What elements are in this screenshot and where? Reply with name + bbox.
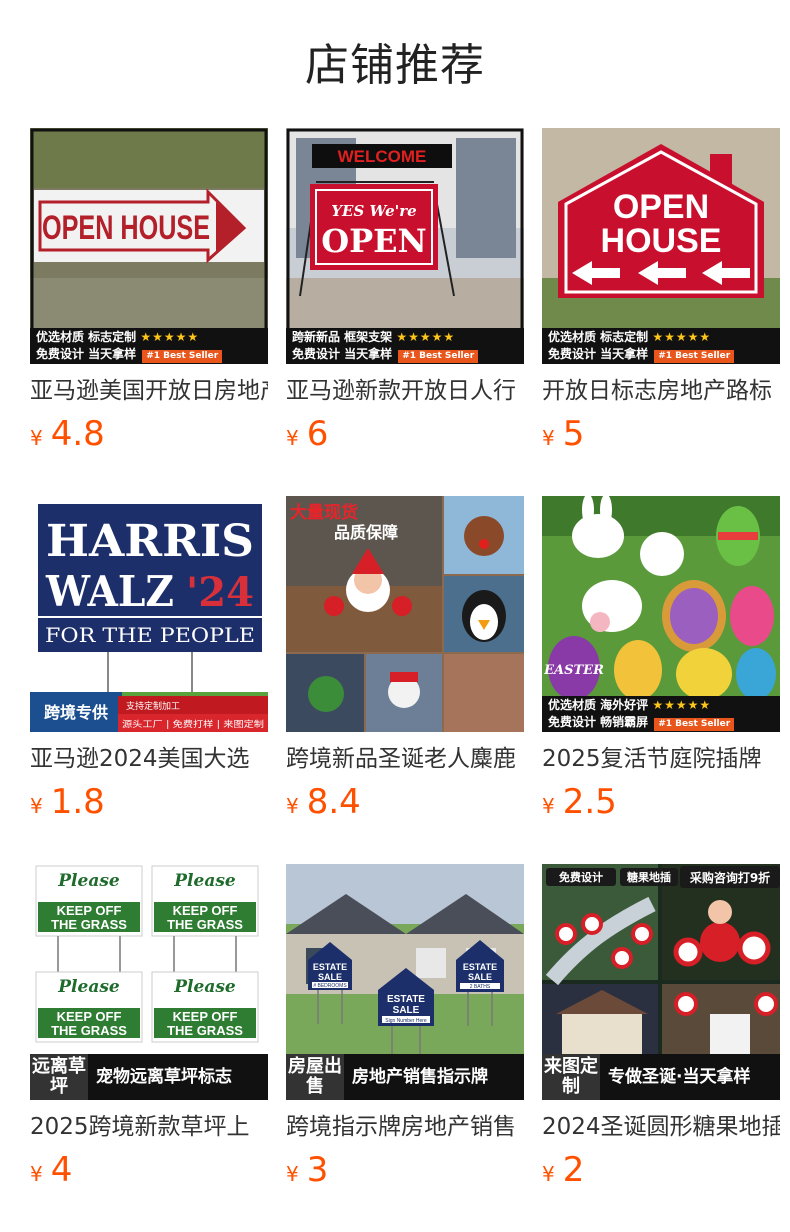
product-price: ¥6: [286, 414, 329, 454]
svg-text:WALZ: WALZ: [45, 567, 174, 616]
svg-text:Please: Please: [57, 871, 120, 891]
product-title[interactable]: 亚马逊美国开放日房地产: [30, 376, 268, 406]
product-title[interactable]: 2024圣诞圆形糖果地插: [542, 1112, 780, 1142]
svg-text:THE GRASS: THE GRASS: [167, 1023, 243, 1038]
christmas-fence-peeker-collage-photo: 大量现货 品质保障: [286, 496, 524, 732]
product-title[interactable]: 2025跨境新款草坪上: [30, 1112, 268, 1142]
product-grid: OPEN HOUSE 优选材质 标志定制 ★★★★★ 免费设计 当天拿样 #1 B…: [30, 128, 790, 1232]
svg-text:跨境专供: 跨境专供: [44, 703, 108, 722]
product-image[interactable]: ESTATE SALE # BEDROOMS ESTATE SALE Sign …: [286, 864, 524, 1100]
product-title[interactable]: 开放日标志房地产路标: [542, 376, 780, 406]
svg-text:FOR THE PEOPLE: FOR THE PEOPLE: [45, 623, 255, 647]
svg-text:YES We're: YES We're: [331, 202, 416, 220]
caption-strip: 跨新新品 框架支架 ★★★★★ 免费设计 当天拿样 #1 Best Seller: [286, 328, 524, 364]
svg-text:源头工厂 | 免费打样 | 来图定制: 源头工厂 | 免费打样 | 来图定制: [122, 719, 264, 730]
svg-text:KEEP OFF: KEEP OFF: [57, 903, 122, 918]
product-title[interactable]: 2025复活节庭院插牌: [542, 744, 780, 774]
svg-text:品质保障: 品质保障: [334, 523, 398, 542]
svg-text:THE GRASS: THE GRASS: [51, 917, 127, 932]
election-yard-sign-photo: HARRIS WALZ '24 FOR THE PEOPLE 跨境专供 支持定制…: [30, 496, 268, 732]
svg-text:Please: Please: [173, 871, 236, 891]
product-card[interactable]: Please KEEP OFF THE GRASS Please KEEP OF…: [30, 864, 268, 1232]
product-price: ¥2.5: [542, 782, 617, 822]
svg-text:HARRIS: HARRIS: [46, 516, 254, 567]
product-price: ¥4: [30, 1150, 73, 1190]
product-price: ¥4.8: [30, 414, 105, 454]
product-title[interactable]: 亚马逊2024美国大选: [30, 744, 268, 774]
product-card[interactable]: WELCOME YES We're OPEN 跨新新品 框架支架 ★★★★★ 免…: [286, 128, 524, 496]
svg-text:EASTER: EASTER: [543, 663, 604, 678]
product-card[interactable]: 大量现货 品质保障 跨境新品圣诞老人麋鹿 ¥8.4: [286, 496, 524, 864]
product-price: ¥3: [286, 1150, 329, 1190]
product-title[interactable]: 跨境新品圣诞老人麋鹿: [286, 744, 524, 774]
svg-text:OPEN: OPEN: [321, 222, 427, 260]
svg-text:Please: Please: [57, 977, 120, 997]
svg-text:OPEN HOUSE: OPEN HOUSE: [42, 209, 210, 247]
product-price: ¥1.8: [30, 782, 105, 822]
caption-strip: 来图定制 专做圣诞·当天拿样: [542, 1054, 780, 1100]
svg-text:KEEP OFF: KEEP OFF: [173, 903, 238, 918]
svg-text:# BEDROOMS: # BEDROOMS: [313, 983, 347, 989]
product-title[interactable]: 跨境指示牌房地产销售: [286, 1112, 524, 1142]
svg-text:糖果地插: 糖果地插: [627, 870, 671, 884]
product-image[interactable]: OPEN HOUSE 优选材质 标志定制 ★★★★★ 免费设计 当天拿样 #1 B…: [542, 128, 780, 364]
product-title[interactable]: 亚马逊新款开放日人行: [286, 376, 524, 406]
svg-text:ESTATE: ESTATE: [463, 962, 497, 972]
caption-strip: 远离草坪 宠物远离草坪标志: [30, 1054, 268, 1100]
svg-text:支持定制加工: 支持定制加工: [126, 700, 180, 712]
svg-text:OPEN: OPEN: [613, 188, 709, 226]
caption-strip: 优选材质 标志定制 ★★★★★ 免费设计 当天拿样 #1 Best Seller: [542, 328, 780, 364]
svg-text:WELCOME: WELCOME: [338, 147, 427, 166]
svg-text:SALE: SALE: [393, 1005, 420, 1016]
product-image[interactable]: OPEN HOUSE 优选材质 标志定制 ★★★★★ 免费设计 当天拿样 #1 B…: [30, 128, 268, 364]
svg-text:KEEP OFF: KEEP OFF: [173, 1009, 238, 1024]
svg-text:Sign Number Here: Sign Number Here: [385, 1018, 427, 1024]
svg-text:2 BATHS: 2 BATHS: [470, 984, 491, 990]
svg-text:SALE: SALE: [318, 972, 342, 982]
caption-strip: 优选材质 海外好评 ★★★★★ 免费设计 畅销霸屏 #1 Best Seller: [542, 696, 780, 732]
product-image[interactable]: 大量现货 品质保障: [286, 496, 524, 732]
product-card[interactable]: OPEN HOUSE 优选材质 标志定制 ★★★★★ 免费设计 当天拿样 #1 B…: [542, 128, 780, 496]
product-card[interactable]: HARRIS WALZ '24 FOR THE PEOPLE 跨境专供 支持定制…: [30, 496, 268, 864]
svg-text:THE GRASS: THE GRASS: [51, 1023, 127, 1038]
svg-text:SALE: SALE: [468, 972, 492, 982]
product-card[interactable]: 免费设计 糖果地插 采购咨询打9折 来图定制 专做圣诞·当天拿样 2024圣诞圆形…: [542, 864, 780, 1232]
caption-strip: 优选材质 标志定制 ★★★★★ 免费设计 当天拿样 #1 Best Seller: [30, 328, 268, 364]
product-image[interactable]: EASTER 优选材质 海外好评 ★★★★★ 免费设计 畅销霸屏 #1 Best …: [542, 496, 780, 732]
product-image[interactable]: WELCOME YES We're OPEN 跨新新品 框架支架 ★★★★★ 免…: [286, 128, 524, 364]
product-image[interactable]: 免费设计 糖果地插 采购咨询打9折 来图定制 专做圣诞·当天拿样: [542, 864, 780, 1100]
svg-text:采购咨询打9折: 采购咨询打9折: [689, 870, 770, 885]
svg-text:ESTATE: ESTATE: [313, 962, 347, 972]
svg-text:THE GRASS: THE GRASS: [167, 917, 243, 932]
product-price: ¥2: [542, 1150, 585, 1190]
product-card[interactable]: EASTER 优选材质 海外好评 ★★★★★ 免费设计 畅销霸屏 #1 Best …: [542, 496, 780, 864]
product-image[interactable]: Please KEEP OFF THE GRASS Please KEEP OF…: [30, 864, 268, 1100]
product-price: ¥5: [542, 414, 585, 454]
svg-text:Please: Please: [173, 977, 236, 997]
svg-text:KEEP OFF: KEEP OFF: [57, 1009, 122, 1024]
svg-text:'24: '24: [186, 569, 254, 616]
product-image[interactable]: HARRIS WALZ '24 FOR THE PEOPLE 跨境专供 支持定制…: [30, 496, 268, 732]
caption-strip: 房屋出售 房地产销售指示牌: [286, 1054, 524, 1100]
svg-text:ESTATE: ESTATE: [387, 994, 425, 1005]
product-price: ¥8.4: [286, 782, 361, 822]
product-card[interactable]: ESTATE SALE # BEDROOMS ESTATE SALE Sign …: [286, 864, 524, 1232]
svg-text:大量现货: 大量现货: [290, 502, 358, 523]
page-title: 店铺推荐: [305, 40, 485, 91]
svg-text:HOUSE: HOUSE: [601, 222, 722, 260]
svg-text:免费设计: 免费设计: [559, 870, 603, 884]
product-card[interactable]: OPEN HOUSE 优选材质 标志定制 ★★★★★ 免费设计 当天拿样 #1 B…: [30, 128, 268, 496]
